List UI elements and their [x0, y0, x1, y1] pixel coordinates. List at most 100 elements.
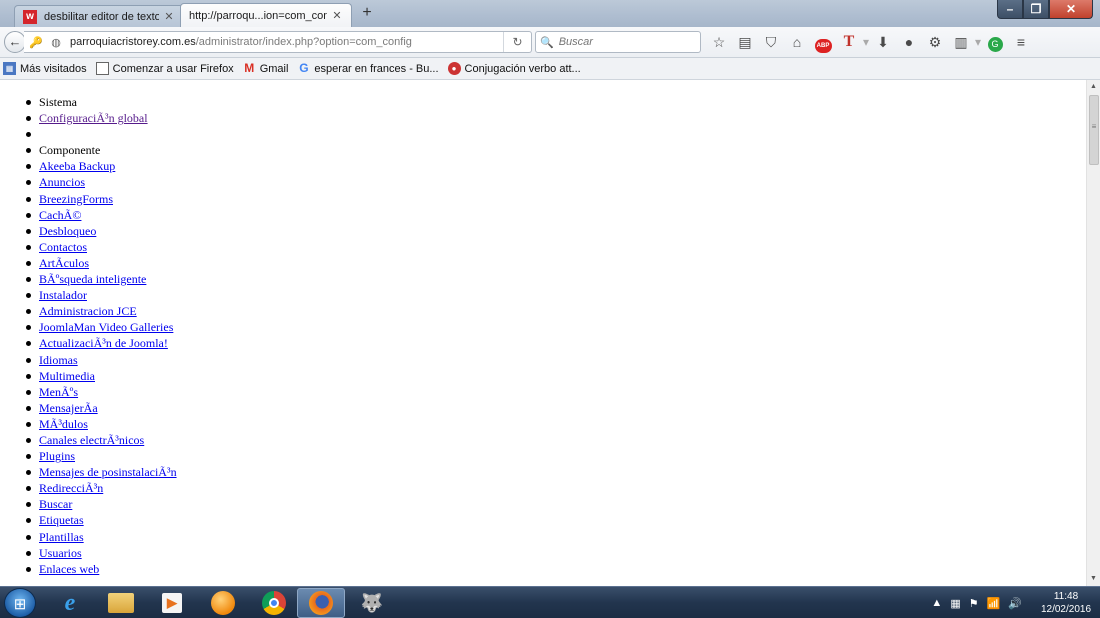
- network-icon[interactable]: 📶: [987, 597, 1001, 610]
- bookmark-esperar-frances[interactable]: G esperar en frances - Bu...: [297, 62, 438, 75]
- search-input[interactable]: [558, 36, 699, 48]
- firefox-icon: [309, 591, 333, 615]
- menu-link[interactable]: Buscar: [39, 497, 72, 511]
- clock-date: 12/02/2016: [1040, 604, 1092, 615]
- navigation-toolbar: ← 🔑 ◍ parroquiacristorey.com.es/administ…: [0, 27, 1100, 58]
- close-window-button[interactable]: ✕: [1049, 0, 1093, 19]
- chat-icon[interactable]: ●: [896, 31, 922, 53]
- start-button[interactable]: [4, 588, 36, 618]
- orange-app-taskbar-button[interactable]: [199, 588, 247, 618]
- close-tab-icon[interactable]: ✕: [331, 9, 343, 22]
- menu-link[interactable]: MensajerÃa: [39, 401, 98, 415]
- dropdown-arrow-icon[interactable]: ▾: [862, 31, 870, 53]
- menu-link[interactable]: JoomlaMan Video Galleries: [39, 320, 173, 334]
- chrome-taskbar-button[interactable]: [250, 588, 298, 618]
- adblock-plus-icon[interactable]: ABP: [810, 31, 836, 53]
- bookmark-conjugacion[interactable]: ● Conjugación verbo att...: [447, 62, 581, 75]
- gmail-icon: M: [244, 61, 255, 75]
- file-explorer-taskbar-button[interactable]: [97, 588, 145, 618]
- gimp-icon: 🐺: [360, 592, 384, 613]
- menu-list-item: Mensajes de posinstalaciÃ³n: [26, 464, 177, 480]
- reload-icon[interactable]: ↻: [503, 32, 531, 52]
- scrollbar-thumb[interactable]: [1089, 95, 1099, 165]
- clipboard-icon[interactable]: ▥: [948, 31, 974, 53]
- window-controls: – ❐ ✕: [997, 0, 1093, 19]
- bookmark-star-icon[interactable]: ☆: [706, 31, 732, 53]
- menu-link[interactable]: Idiomas: [39, 353, 78, 367]
- minimize-button[interactable]: –: [997, 0, 1023, 19]
- volume-icon[interactable]: 🔊: [1008, 597, 1022, 610]
- url-text[interactable]: parroquiacristorey.com.es/administrator/…: [70, 36, 503, 48]
- pocket-icon[interactable]: ⛉: [758, 31, 784, 53]
- menu-list-item: CachÃ©: [26, 207, 177, 223]
- gimp-taskbar-button[interactable]: 🐺: [348, 588, 396, 618]
- url-path: /administrator/index.php?option=com_conf…: [195, 36, 412, 48]
- media-player-icon: ▶: [162, 593, 182, 613]
- bookmark-comenzar-firefox[interactable]: Comenzar a usar Firefox: [95, 62, 234, 75]
- menu-link[interactable]: CachÃ©: [39, 208, 81, 222]
- keyboard-icon[interactable]: ▦: [950, 597, 960, 610]
- menu-link[interactable]: Enlaces web: [39, 562, 99, 576]
- grammarly-icon[interactable]: G: [982, 31, 1008, 53]
- menu-link[interactable]: BreezingForms: [39, 192, 113, 206]
- menu-link[interactable]: Usuarios: [39, 546, 82, 560]
- action-center-flag-icon[interactable]: ⚑: [969, 597, 979, 610]
- menu-link[interactable]: BÃºsqueda inteligente: [39, 272, 146, 286]
- bookmark-label: Más visitados: [20, 62, 87, 75]
- close-tab-icon[interactable]: ✕: [163, 10, 175, 23]
- url-bar[interactable]: 🔑 ◍ parroquiacristorey.com.es/administra…: [24, 31, 532, 53]
- bookmark-mas-visitados[interactable]: ▦ Más visitados: [3, 62, 87, 75]
- menu-link[interactable]: Desbloqueo: [39, 224, 96, 238]
- menu-link[interactable]: Instalador: [39, 288, 87, 302]
- menu-list-item: BÃºsqueda inteligente: [26, 271, 177, 287]
- menu-link[interactable]: Administracion JCE: [39, 304, 137, 318]
- clock[interactable]: 11:48 12/02/2016: [1036, 590, 1096, 616]
- dropdown-arrow-icon[interactable]: ▾: [974, 31, 982, 53]
- scroll-up-icon[interactable]: ▲: [1087, 80, 1100, 94]
- menu-link[interactable]: Contactos: [39, 240, 87, 254]
- menu-link[interactable]: Anuncios: [39, 175, 85, 189]
- firefox-taskbar-button[interactable]: [297, 588, 345, 618]
- maximize-button[interactable]: ❐: [1023, 0, 1049, 19]
- menu-link[interactable]: Etiquetas: [39, 513, 84, 527]
- tab-desbilitar-editor[interactable]: w desbilitar editor de textos e... ✕: [14, 5, 184, 27]
- internet-explorer-taskbar-button[interactable]: e: [46, 588, 94, 618]
- extension-icon[interactable]: ⚙: [922, 31, 948, 53]
- back-button[interactable]: ←: [4, 31, 26, 53]
- menu-list-item: Desbloqueo: [26, 223, 177, 239]
- menu-link[interactable]: ArtÃculos: [39, 256, 89, 270]
- new-tab-button[interactable]: +: [358, 4, 376, 22]
- menu-link[interactable]: Canales electrÃ³nicos: [39, 433, 144, 447]
- google-icon: G: [299, 61, 309, 75]
- menu-link[interactable]: Multimedia: [39, 369, 95, 383]
- media-player-taskbar-button[interactable]: ▶: [148, 588, 196, 618]
- bookmarks-bar: ▦ Más visitados Comenzar a usar Firefox …: [0, 58, 1100, 80]
- search-bar[interactable]: 🔍: [535, 31, 701, 53]
- menu-link[interactable]: ConfiguraciÃ³n global: [39, 111, 148, 125]
- hamburger-menu-icon[interactable]: ≡: [1008, 31, 1034, 53]
- bookmark-gmail[interactable]: M Gmail: [243, 61, 288, 75]
- system-tray: ▲ ▦ ⚑ 📶 🔊 11:48 12/02/2016: [927, 588, 1096, 618]
- menu-link[interactable]: Plantillas: [39, 530, 84, 544]
- menu-link[interactable]: Akeeba Backup: [39, 159, 115, 173]
- downloads-icon[interactable]: ⬇: [870, 31, 896, 53]
- menu-link[interactable]: Mensajes de posinstalaciÃ³n: [39, 465, 177, 479]
- translate-t-icon[interactable]: T: [836, 31, 862, 53]
- reading-list-icon[interactable]: ▤: [732, 31, 758, 53]
- vertical-scrollbar[interactable]: ▲ ▼: [1086, 80, 1100, 586]
- menu-link[interactable]: RedirecciÃ³n: [39, 481, 103, 495]
- site-info-icon[interactable]: ◍: [48, 36, 64, 49]
- tab-com-config[interactable]: http://parroqu...ion=com_config ✕: [180, 3, 352, 27]
- menu-link[interactable]: MÃ³dulos: [39, 417, 88, 431]
- menu-link[interactable]: MenÃºs: [39, 385, 78, 399]
- menu-list-item: Plugins: [26, 448, 177, 464]
- show-hidden-icons-icon[interactable]: ▲: [931, 597, 942, 609]
- menu-empty-item: [26, 126, 177, 142]
- menu-list-item: ArtÃculos: [26, 255, 177, 271]
- menu-link[interactable]: ActualizaciÃ³n de Joomla!: [39, 336, 168, 350]
- menu-link[interactable]: Plugins: [39, 449, 75, 463]
- identity-lock-icon[interactable]: 🔑: [28, 36, 44, 49]
- scroll-down-icon[interactable]: ▼: [1087, 572, 1100, 586]
- menu-list-item: MÃ³dulos: [26, 416, 177, 432]
- home-icon[interactable]: ⌂: [784, 31, 810, 53]
